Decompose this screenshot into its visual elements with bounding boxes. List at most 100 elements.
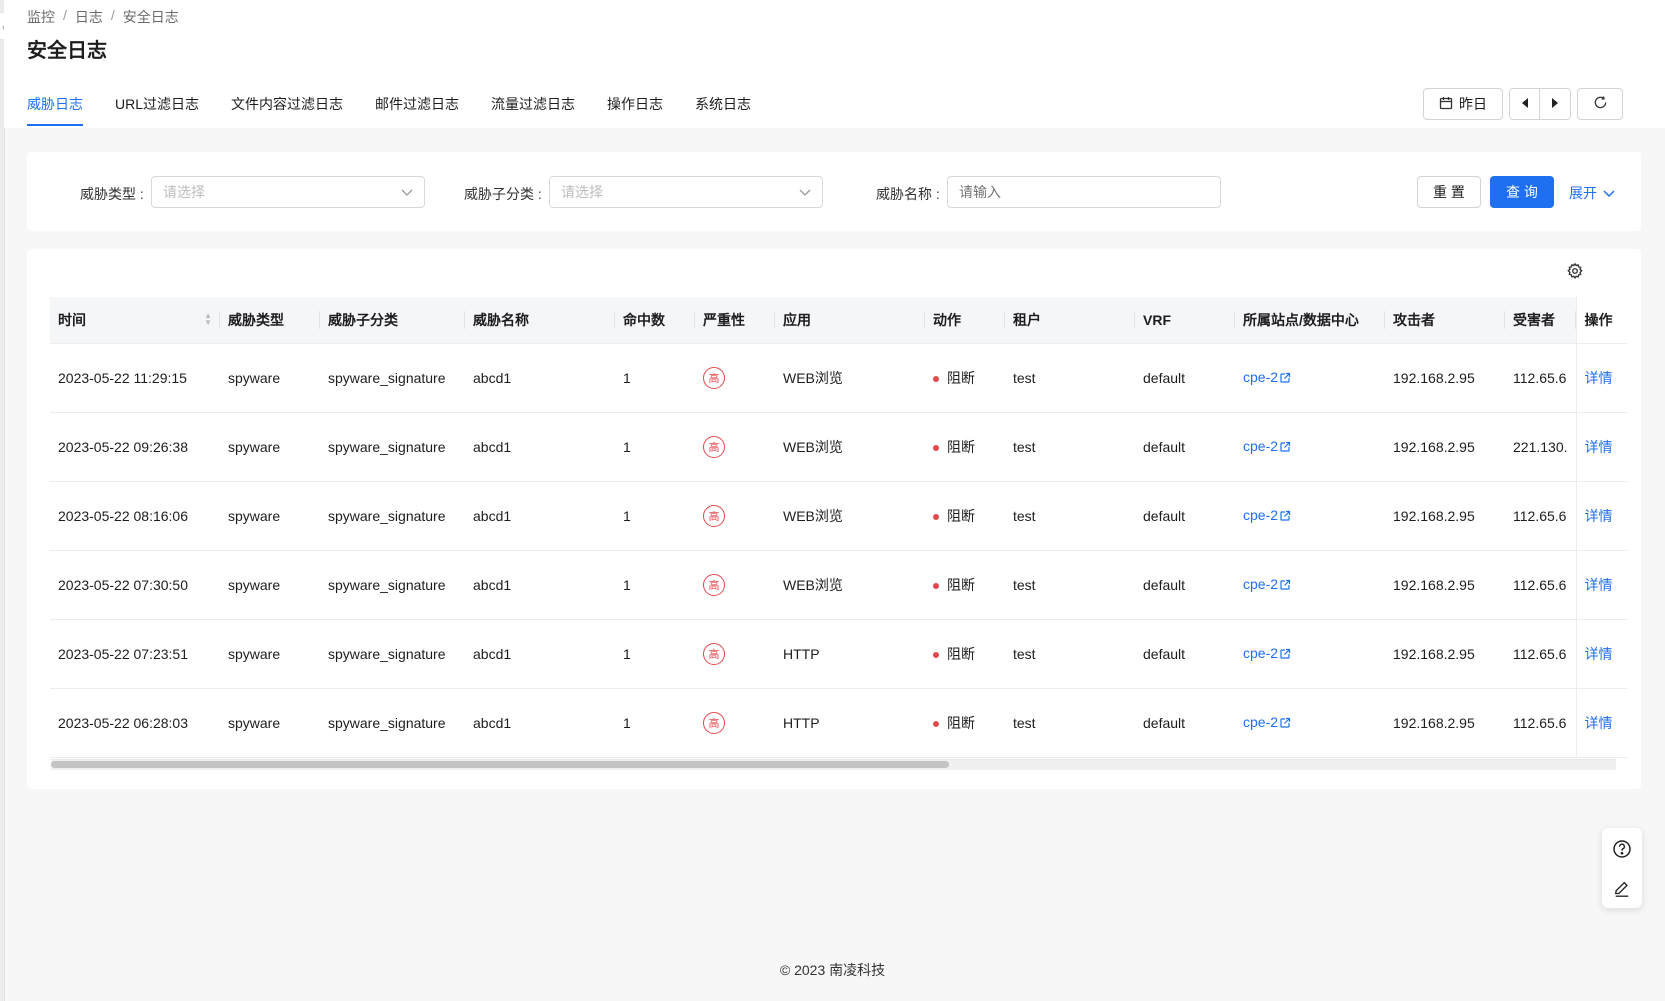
site-link[interactable]: cpe-2 xyxy=(1243,369,1291,385)
column-header: VRF xyxy=(1135,297,1235,344)
date-picker-button[interactable]: 昨日 xyxy=(1423,88,1503,120)
column-header: 威胁子分类 xyxy=(320,297,465,344)
table-cell-victim: 112.65.6 xyxy=(1505,343,1576,413)
table-cell-name: abcd1 xyxy=(465,412,615,482)
table-cell-hits: 1 xyxy=(615,343,695,413)
column-header: 命中数 xyxy=(615,297,695,344)
threat-subtype-select[interactable]: 请选择 xyxy=(549,176,823,208)
tab-mail-filter-log[interactable]: 邮件过滤日志 xyxy=(375,94,459,126)
filter-panel: 威胁类型 : 请选择 威胁子分类 : 请选择 威胁名称 : 重 置 查 询 展开 xyxy=(27,152,1641,231)
prev-date-button[interactable] xyxy=(1509,88,1540,120)
tab-operation-log[interactable]: 操作日志 xyxy=(607,94,663,126)
external-link-icon xyxy=(1279,578,1291,594)
refresh-button[interactable] xyxy=(1577,88,1623,120)
threat-name-input[interactable] xyxy=(947,176,1221,208)
chevron-down-icon xyxy=(799,184,811,200)
table-cell-subtype: spyware_signature xyxy=(320,412,465,482)
column-header: 攻击者 xyxy=(1385,297,1505,344)
date-label: 昨日 xyxy=(1459,96,1487,112)
table-cell-app: WEB浏览 xyxy=(775,481,925,551)
threat-type-placeholder: 请选择 xyxy=(163,184,205,200)
tab-traffic-filter-log[interactable]: 流量过滤日志 xyxy=(491,94,575,126)
details-link-label: 详情 xyxy=(1584,439,1613,455)
table-cell-hits: 1 xyxy=(615,550,695,620)
date-nav-group xyxy=(1509,88,1571,120)
table-cell-victim: 221.130. xyxy=(1505,412,1576,482)
chevron-down-icon xyxy=(1603,185,1615,201)
site-link[interactable]: cpe-2 xyxy=(1243,507,1291,523)
table-cell-time: 2023-05-22 06:28:03 xyxy=(50,688,220,758)
details-link[interactable]: 详情 xyxy=(1575,412,1627,482)
breadcrumb-item[interactable]: 日志 xyxy=(75,7,103,27)
external-link-icon xyxy=(1279,371,1291,387)
details-link[interactable]: 详情 xyxy=(1575,688,1627,758)
site-cell: cpe-2 xyxy=(1235,412,1385,482)
breadcrumb-item[interactable]: 监控 xyxy=(27,7,55,27)
details-link[interactable]: 详情 xyxy=(1575,550,1627,620)
column-header: 威胁类型 xyxy=(220,297,320,344)
edit-icon[interactable] xyxy=(1613,880,1631,898)
table-cell-time: 2023-05-22 11:29:15 xyxy=(50,343,220,413)
table-cell-time: 2023-05-22 09:26:38 xyxy=(50,412,220,482)
details-link[interactable]: 详情 xyxy=(1575,481,1627,551)
table-cell-vrf: default xyxy=(1135,550,1235,620)
severity-cell: 高 xyxy=(695,412,775,482)
details-link[interactable]: 详情 xyxy=(1575,343,1627,413)
threat-name-label: 威胁名称 : xyxy=(876,186,940,202)
table-cell-name: abcd1 xyxy=(465,481,615,551)
page-header: 监控 / 日志 / 安全日志 安全日志 威胁日志 URL过滤日志 文件内容过滤日… xyxy=(4,0,1665,128)
table-cell-tenant: test xyxy=(1005,619,1135,689)
action-label: 阻断 xyxy=(947,577,975,593)
query-button[interactable]: 查 询 xyxy=(1490,176,1554,208)
column-header-time[interactable]: 时间 ▲ ▼ xyxy=(50,297,220,344)
table-cell-app: WEB浏览 xyxy=(775,550,925,620)
details-link-label: 详情 xyxy=(1584,508,1613,524)
tab-threat-log[interactable]: 威胁日志 xyxy=(27,94,83,126)
column-header: 受害者 xyxy=(1505,297,1576,344)
action-label: 阻断 xyxy=(947,370,975,386)
details-link[interactable]: 详情 xyxy=(1575,619,1627,689)
status-dot-icon xyxy=(933,652,939,659)
scrollbar-thumb[interactable] xyxy=(51,761,949,768)
site-link-label: cpe-2 xyxy=(1243,645,1279,661)
site-link[interactable]: cpe-2 xyxy=(1243,576,1291,592)
tab-system-log[interactable]: 系统日志 xyxy=(695,94,751,126)
floating-toolbar xyxy=(1602,828,1642,908)
severity-cell: 高 xyxy=(695,688,775,758)
gear-icon[interactable] xyxy=(1566,262,1586,282)
table-cell-hits: 1 xyxy=(615,481,695,551)
table-cell-vrf: default xyxy=(1135,343,1235,413)
expand-filters-link[interactable]: 展开 xyxy=(1569,183,1615,203)
breadcrumb-separator: / xyxy=(110,7,115,23)
threat-type-select[interactable]: 请选择 xyxy=(151,176,425,208)
action-cell: 阻断 xyxy=(925,619,1005,689)
action-cell: 阻断 xyxy=(925,343,1005,413)
table-cell-vrf: default xyxy=(1135,412,1235,482)
status-dot-icon xyxy=(933,721,939,728)
site-cell: cpe-2 xyxy=(1235,481,1385,551)
reset-button[interactable]: 重 置 xyxy=(1417,176,1481,208)
help-icon[interactable] xyxy=(1612,839,1632,859)
table-cell-tenant: test xyxy=(1005,481,1135,551)
table-row: 2023-05-22 07:30:50 spyware spyware_signat… xyxy=(50,550,1627,620)
site-link[interactable]: cpe-2 xyxy=(1243,438,1291,454)
table-cell-type: spyware xyxy=(220,619,320,689)
page-title: 安全日志 xyxy=(27,40,107,62)
date-controls: 昨日 xyxy=(1423,88,1623,120)
next-date-button[interactable] xyxy=(1540,88,1571,120)
tab-url-filter-log[interactable]: URL过滤日志 xyxy=(115,94,199,126)
severity-badge: 高 xyxy=(703,712,725,734)
table-cell-attacker: 192.168.2.95 xyxy=(1385,688,1505,758)
log-tabs: 威胁日志 URL过滤日志 文件内容过滤日志 邮件过滤日志 流量过滤日志 操作日志… xyxy=(27,94,783,126)
details-link-label: 详情 xyxy=(1584,646,1613,662)
sort-icon[interactable]: ▲ ▼ xyxy=(204,312,212,327)
site-link[interactable]: cpe-2 xyxy=(1243,645,1291,661)
site-link[interactable]: cpe-2 xyxy=(1243,714,1291,730)
table-cell-hits: 1 xyxy=(615,619,695,689)
expand-label: 展开 xyxy=(1569,185,1597,201)
horizontal-scrollbar[interactable] xyxy=(51,759,1616,770)
threat-subtype-placeholder: 请选择 xyxy=(561,184,603,200)
column-header: 动作 xyxy=(925,297,1005,344)
tab-file-content-filter-log[interactable]: 文件内容过滤日志 xyxy=(231,94,343,126)
severity-badge: 高 xyxy=(703,574,725,596)
